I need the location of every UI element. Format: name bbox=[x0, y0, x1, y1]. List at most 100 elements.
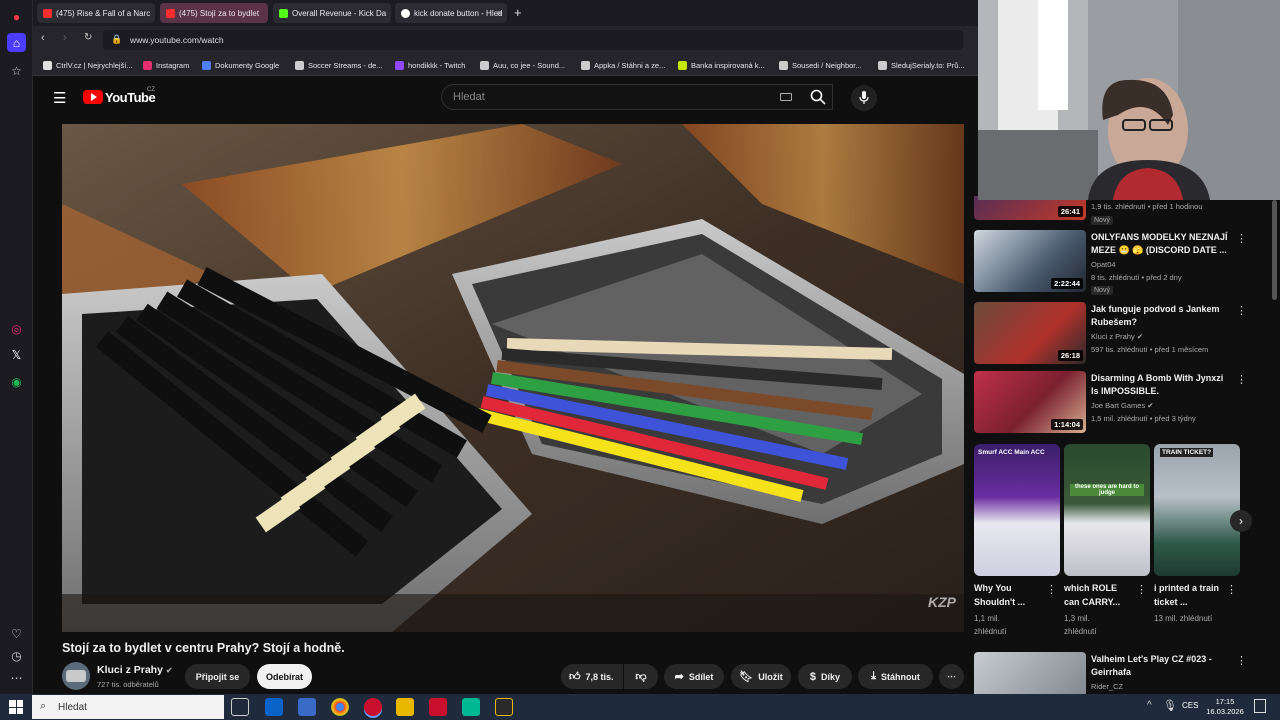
save-button[interactable]: 🔖︎ Uložit bbox=[731, 664, 791, 689]
scrollbar-thumb[interactable] bbox=[1272, 200, 1277, 300]
youtube-logo-icon[interactable] bbox=[83, 90, 103, 104]
back-icon[interactable]: ‹ bbox=[41, 32, 45, 44]
channel-name[interactable]: Kluci z Prahy ✔ bbox=[97, 664, 173, 676]
reload-icon[interactable]: ↻ bbox=[84, 32, 92, 43]
shorts-next-button[interactable]: › bbox=[1230, 510, 1252, 532]
like-button[interactable]: 👍︎ 7,8 tis. bbox=[561, 664, 623, 689]
instagram-icon[interactable]: ◎ bbox=[7, 319, 26, 338]
bookmark-favicon-icon bbox=[581, 60, 590, 70]
task-view-icon[interactable] bbox=[231, 698, 249, 716]
x-twitter-icon[interactable]: 𝕏 bbox=[7, 345, 26, 364]
file-explorer-icon[interactable] bbox=[396, 698, 414, 716]
home-icon[interactable]: ⌂ bbox=[7, 33, 26, 52]
app-green-icon[interactable] bbox=[462, 698, 480, 716]
opera-icon[interactable] bbox=[364, 698, 382, 716]
clock[interactable]: 17:15 16.03.2026 bbox=[1200, 697, 1250, 717]
rec-channel-text: Joe Bart Games bbox=[1091, 401, 1146, 410]
more-vertical-icon[interactable]: ⋮ bbox=[1236, 373, 1247, 386]
subscriber-count: 727 tis. odběratelů bbox=[97, 680, 159, 689]
rec-meta: 597 tis. zhlédnutí • před 1 měsícem bbox=[1091, 345, 1209, 354]
taskbar-search[interactable]: ⌕ Hledat bbox=[32, 695, 224, 719]
tab-label: (475) Rise & Fall of a Narc bbox=[56, 8, 151, 18]
opera-logo-icon[interactable]: ● bbox=[7, 7, 26, 26]
search-button[interactable] bbox=[800, 84, 836, 110]
bookmark-favicon-icon bbox=[43, 60, 52, 70]
video-player[interactable]: KZP bbox=[62, 124, 964, 632]
short-title: i printed a train ticket ... bbox=[1154, 583, 1220, 607]
new-tab-button[interactable]: + bbox=[514, 5, 522, 20]
video-title: Stojí za to bydlet v centru Prahy? Stojí… bbox=[62, 641, 345, 655]
tab-2-active[interactable]: (475) Stojí za to bydlet bbox=[160, 3, 268, 23]
channel-avatar[interactable] bbox=[62, 662, 90, 690]
bookmark-icon: 🔖︎ bbox=[739, 671, 754, 683]
keyboard-icon[interactable] bbox=[780, 93, 792, 101]
search-icon: ⌕ bbox=[40, 700, 47, 712]
join-button[interactable]: Připojit se bbox=[185, 664, 250, 689]
language-indicator[interactable]: CES bbox=[1182, 701, 1198, 710]
share-label: Sdílet bbox=[688, 671, 714, 682]
search-input[interactable]: Hledat bbox=[441, 84, 833, 110]
more-vertical-icon[interactable]: ⋮ bbox=[1236, 232, 1247, 245]
windows-start-icon[interactable] bbox=[9, 700, 23, 714]
bookmark-soccer-streams[interactable]: Soccer Streams - de... bbox=[295, 59, 383, 71]
history-icon[interactable]: ◷ bbox=[7, 646, 26, 665]
search-icon bbox=[810, 89, 826, 105]
tab-3[interactable]: Overall Revenue - Kick Da bbox=[273, 3, 391, 23]
channel-watermark: KZP bbox=[928, 594, 956, 610]
more-actions-button[interactable]: ⋯ bbox=[939, 664, 964, 689]
bookmark-banka[interactable]: Banka inspirovaná k... bbox=[678, 59, 765, 71]
chrome-icon[interactable] bbox=[331, 698, 349, 716]
tab-1[interactable]: (475) Rise & Fall of a Narc bbox=[37, 3, 155, 23]
more-vertical-icon[interactable]: ⋮ bbox=[1136, 583, 1147, 596]
bookmark-label: Banka inspirovaná k... bbox=[691, 60, 765, 70]
forward-icon[interactable]: › bbox=[63, 32, 67, 44]
short-thumbnail: Smurf ACC Main ACC bbox=[974, 444, 1060, 576]
bookmark-soundcloud[interactable]: Auu, co jee - Sound... bbox=[480, 59, 565, 71]
webcam-overlay bbox=[978, 0, 1280, 200]
spotify-icon[interactable]: ◉ bbox=[7, 372, 26, 391]
tray-chevron-icon[interactable]: ^ bbox=[1147, 700, 1152, 711]
app-dark-icon[interactable] bbox=[495, 698, 513, 716]
bookmark-appka[interactable]: Appka / Stáhni a ze... bbox=[581, 59, 665, 71]
bookmark-ctrlv[interactable]: CtrlV.cz | Nejrychlejší... bbox=[43, 59, 133, 71]
channel-name-text: Kluci z Prahy bbox=[97, 664, 163, 676]
more-vertical-icon[interactable]: ⋮ bbox=[1046, 583, 1057, 596]
subscribe-button[interactable]: Odebírat bbox=[257, 664, 312, 689]
bookmark-instagram[interactable]: Instagram bbox=[143, 59, 189, 71]
share-button[interactable]: ➦ Sdílet bbox=[664, 664, 724, 689]
pinboard-icon[interactable]: ☆ bbox=[7, 61, 26, 80]
thanks-button[interactable]: $ Díky bbox=[798, 664, 852, 689]
bookmark-label: Soccer Streams - de... bbox=[308, 60, 383, 70]
store-icon[interactable] bbox=[298, 698, 316, 716]
more-vertical-icon[interactable]: ⋮ bbox=[1236, 654, 1247, 667]
like-count: 7,8 tis. bbox=[585, 671, 614, 682]
tab-4[interactable]: kick donate button - Hled ✕ bbox=[395, 3, 507, 23]
microphone-tray-icon[interactable]: 🎙︎ bbox=[1163, 699, 1177, 712]
download-button[interactable]: ⤓ Stáhnout bbox=[858, 664, 933, 689]
duration-badge: 2:22:44 bbox=[1051, 278, 1083, 289]
kick-favicon-icon bbox=[279, 8, 288, 18]
bookmark-favicon-icon bbox=[295, 60, 304, 70]
notifications-icon[interactable] bbox=[1254, 699, 1266, 713]
youtube-header: ☰ YouTube CZ Hledat bbox=[33, 76, 978, 120]
app-red-icon[interactable] bbox=[429, 698, 447, 716]
dislike-button[interactable]: 👎︎ bbox=[624, 664, 658, 689]
url-field[interactable]: 🔒 www.youtube.com/watch bbox=[103, 30, 963, 50]
more-vertical-icon[interactable]: ⋮ bbox=[1226, 583, 1237, 596]
start-tile bbox=[9, 700, 16, 707]
bookmark-sledujserialy[interactable]: SledujSerialy.to: Prů... bbox=[878, 59, 965, 71]
heart-icon[interactable]: ♡ bbox=[7, 624, 26, 643]
voice-search-button[interactable] bbox=[851, 85, 877, 111]
search-placeholder: Hledat bbox=[453, 91, 485, 103]
more-vertical-icon[interactable]: ⋮ bbox=[1236, 304, 1247, 317]
menu-icon[interactable]: ☰ bbox=[53, 89, 66, 107]
save-label: Uložit bbox=[758, 671, 783, 682]
bookmark-sousedi[interactable]: Sousedi / Neighbor... bbox=[779, 59, 862, 71]
bookmark-twitch[interactable]: hondikkk - Twitch bbox=[395, 59, 465, 71]
more-icon[interactable]: ⋯ bbox=[7, 668, 26, 687]
outlook-icon[interactable] bbox=[265, 698, 283, 716]
close-tab-icon[interactable]: ✕ bbox=[496, 9, 503, 18]
rec-thumbnail: 2:22:44 bbox=[974, 230, 1086, 292]
bookmark-google-docs[interactable]: Dokumenty Google bbox=[202, 59, 279, 71]
browser-sidebar: ● ⌂ ☆ ◎ 𝕏 ◉ ♡ ◷ ⋯ bbox=[0, 0, 33, 694]
